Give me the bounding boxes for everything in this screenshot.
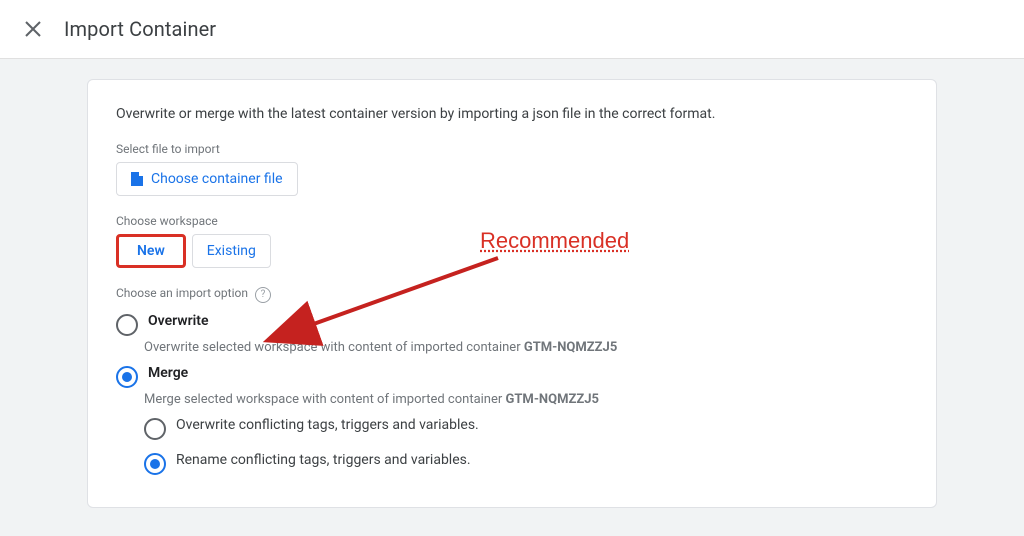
radio-checked-icon[interactable] xyxy=(144,453,166,475)
choose-file-button[interactable]: Choose container file xyxy=(116,162,298,196)
merge-sub-options: Overwrite conflicting tags, triggers and… xyxy=(144,417,908,475)
merge-desc: Merge selected workspace with content of… xyxy=(144,392,908,407)
import-option-label: Choose an import option ? xyxy=(116,286,908,303)
close-icon[interactable] xyxy=(22,18,44,40)
overwrite-desc: Overwrite selected workspace with conten… xyxy=(144,340,908,355)
sub-rename[interactable]: Rename conflicting tags, triggers and va… xyxy=(144,452,908,475)
intro-text: Overwrite or merge with the latest conta… xyxy=(116,106,908,122)
option-merge[interactable]: Merge xyxy=(116,365,908,388)
radio-unchecked-icon[interactable] xyxy=(144,418,166,440)
workspace-existing-button[interactable]: Existing xyxy=(192,234,271,268)
choose-file-label: Choose container file xyxy=(151,171,283,187)
merge-title: Merge xyxy=(148,365,188,381)
workspace-new-button[interactable]: New xyxy=(116,234,186,268)
overwrite-title: Overwrite xyxy=(148,313,209,329)
import-card: Overwrite or merge with the latest conta… xyxy=(87,79,937,508)
radio-unchecked-icon[interactable] xyxy=(116,314,138,336)
workspace-section-label: Choose workspace xyxy=(116,214,908,228)
file-section-label: Select file to import xyxy=(116,142,908,156)
file-icon xyxy=(131,172,143,186)
dialog-header: Import Container xyxy=(0,0,1024,59)
option-overwrite[interactable]: Overwrite xyxy=(116,313,908,336)
radio-checked-icon[interactable] xyxy=(116,366,138,388)
page-title: Import Container xyxy=(64,17,216,41)
sub-overwrite[interactable]: Overwrite conflicting tags, triggers and… xyxy=(144,417,908,440)
annotation-recommended-label: Recommended xyxy=(480,228,629,254)
page-body: Overwrite or merge with the latest conta… xyxy=(0,59,1024,536)
help-icon[interactable]: ? xyxy=(255,287,271,303)
